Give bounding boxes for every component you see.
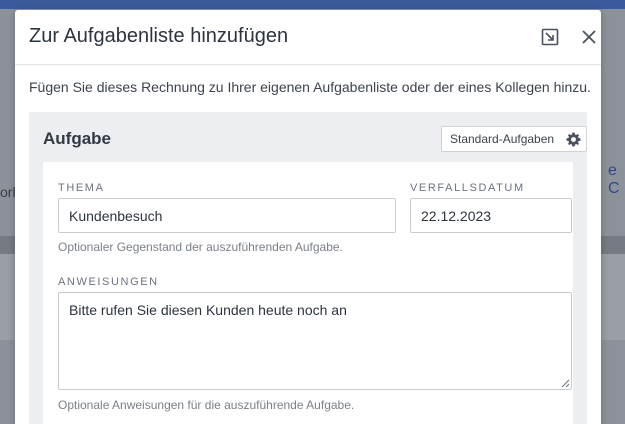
- instructions-label: ANWEISUNGEN: [58, 276, 159, 288]
- resize-grip-icon[interactable]: [560, 378, 570, 388]
- dialog-title: Zur Aufgabenliste hinzufügen: [29, 25, 289, 47]
- popout-button[interactable]: [539, 26, 561, 48]
- instructions-help-text: Optionale Anweisungen für die auszuführe…: [58, 398, 355, 412]
- instructions-textarea[interactable]: Bitte rufen Sie diesen Kunden heute noch…: [58, 292, 572, 390]
- due-date-input[interactable]: 22.12.2023: [410, 198, 572, 233]
- task-settings-button[interactable]: [561, 126, 587, 152]
- instructions-text: Bitte rufen Sie diesen Kunden heute noch…: [69, 302, 347, 318]
- popout-icon: [541, 28, 559, 46]
- subject-help-text: Optionaler Gegenstand der auszuführenden…: [58, 240, 343, 254]
- background-link-fragment: e C: [608, 162, 620, 197]
- close-icon: [582, 30, 596, 44]
- standard-tasks-button[interactable]: Standard-Aufgaben: [441, 126, 564, 152]
- add-to-tasklist-dialog: Zur Aufgabenliste hinzufügen Fügen Sie d…: [15, 10, 601, 424]
- dialog-description: Fügen Sie dieses Rechnung zu Ihrer eigen…: [29, 79, 591, 95]
- subject-input[interactable]: Kundenbesuch: [58, 198, 396, 233]
- task-form: THEMA Kundenbesuch Optionaler Gegenstand…: [43, 162, 573, 424]
- task-section: Aufgabe Standard-Aufgaben THEMA Kundenbe…: [29, 112, 587, 424]
- close-button[interactable]: [578, 26, 600, 48]
- background-topbar: [0, 0, 625, 9]
- dialog-header: Zur Aufgabenliste hinzufügen: [15, 10, 601, 65]
- subject-label: THEMA: [58, 182, 105, 194]
- gear-icon: [566, 131, 581, 147]
- due-date-label: VERFALLSDATUM: [410, 182, 525, 194]
- task-section-title: Aufgabe: [43, 129, 111, 148]
